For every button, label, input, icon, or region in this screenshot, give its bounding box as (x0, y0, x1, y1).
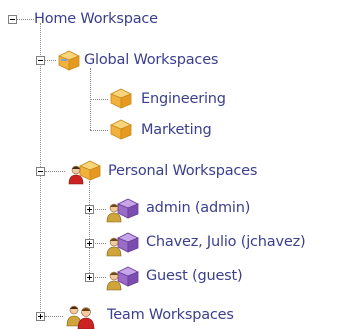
collapse-toggle-global-workspaces[interactable] (36, 56, 45, 65)
collapse-toggle-home-workspace[interactable] (8, 15, 17, 24)
tree-node-label-team-workspaces[interactable]: Team Workspaces (107, 306, 234, 324)
tree-node-label-personal-workspaces[interactable]: Personal Workspaces (108, 162, 257, 180)
tree-connector (45, 171, 65, 172)
user-workspace-icon (106, 232, 139, 257)
tree-node-label-admin[interactable]: admin (admin) (146, 199, 250, 217)
tree-node-label-guest[interactable]: Guest (guest) (146, 267, 243, 285)
folder-box-icon (110, 119, 132, 140)
expand-toggle-admin[interactable] (85, 205, 94, 214)
tree-connector (90, 99, 108, 100)
tree-node-label-home-workspace[interactable]: Home Workspace (34, 10, 158, 28)
expand-toggle-jchavez[interactable] (85, 239, 94, 248)
tree-connector (17, 19, 34, 20)
folder-box-icon (110, 88, 132, 109)
personal-workspace-icon (68, 160, 101, 185)
collapse-toggle-personal-workspaces[interactable] (36, 167, 45, 176)
tree-connector (45, 60, 56, 61)
tree-node-label-engineering[interactable]: Engineering (141, 90, 226, 108)
tree-connector (90, 130, 108, 131)
user-workspace-icon (106, 198, 139, 223)
tree-node-label-marketing[interactable]: Marketing (141, 121, 212, 139)
tree-connector (89, 181, 90, 273)
folder-box-icon (58, 50, 80, 71)
user-workspace-icon (106, 266, 139, 291)
minus-icon (38, 171, 43, 172)
expand-toggle-team-workspaces[interactable] (36, 312, 45, 321)
tree-node-label-global-workspaces[interactable]: Global Workspaces (84, 51, 218, 69)
expand-toggle-guest[interactable] (85, 273, 94, 282)
tree-node-label-jchavez[interactable]: Chavez, Julio (jchavez) (146, 233, 306, 251)
workspace-tree: Home Workspace Global Workspaces Enginee… (0, 0, 346, 329)
team-workspace-icon (66, 305, 95, 329)
minus-icon (38, 60, 43, 61)
tree-connector (45, 316, 63, 317)
minus-icon (10, 19, 15, 20)
